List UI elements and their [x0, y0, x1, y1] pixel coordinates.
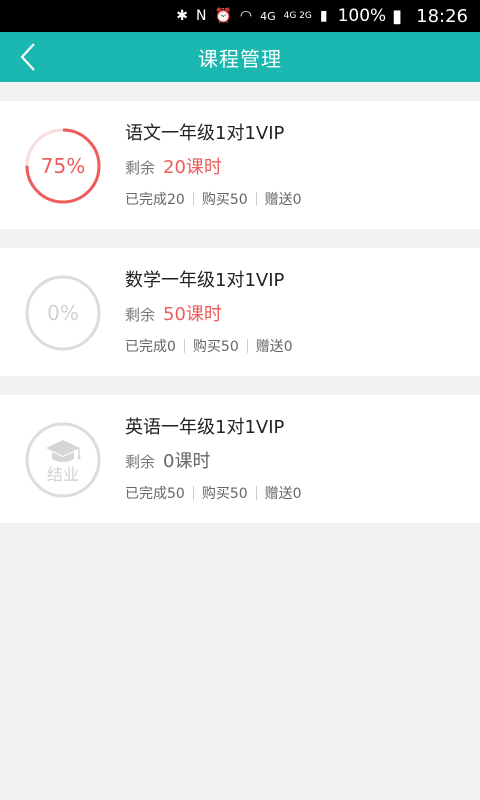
bluetooth-icon: ✱	[176, 8, 188, 24]
battery-icon: ▮	[392, 5, 403, 27]
progress-label: 0%	[47, 301, 79, 325]
course-stats: 已完成20 购买50 赠送0	[125, 189, 302, 209]
nfc-icon: N	[195, 8, 207, 24]
gift-count: 赠送0	[255, 339, 293, 355]
alarm-icon: ⏰	[214, 8, 232, 24]
page-title: 课程管理	[198, 46, 282, 71]
wifi-icon: ◠	[239, 8, 253, 24]
divider	[192, 486, 194, 500]
remaining-label: 剩余	[125, 306, 156, 324]
course-card[interactable]: 0% 数学一年级1对1VIP 剩余 50课时 已完成0 购买50 赠送0	[0, 248, 480, 376]
gift-count: 赠送0	[264, 486, 302, 502]
remaining-value: 0课时	[163, 451, 211, 472]
course-stats: 已完成50 购买50 赠送0	[125, 483, 302, 503]
divider	[183, 339, 185, 353]
back-button[interactable]	[0, 32, 56, 82]
progress-label: 75%	[40, 154, 86, 178]
chevron-left-icon	[20, 43, 35, 71]
course-card[interactable]: 结业 英语一年级1对1VIP 剩余 0课时 已完成50 购买50 赠送0	[0, 395, 480, 523]
status-icons: ✱ N ⏰ ◠ 4G 4G 2G ▮	[176, 8, 327, 24]
remaining-hours: 剩余 20课时	[125, 153, 222, 179]
remaining-value: 20课时	[163, 157, 222, 178]
network-label: 4G	[260, 9, 276, 23]
remaining-label: 剩余	[125, 453, 156, 471]
progress-ring: 0%	[24, 274, 102, 352]
gift-count: 赠送0	[264, 192, 302, 208]
completed-count: 已完成50	[125, 486, 185, 502]
course-title: 语文一年级1对1VIP	[125, 123, 285, 144]
purchased-count: 购买50	[201, 486, 248, 502]
purchased-count: 购买50	[192, 339, 239, 355]
completed-count: 已完成0	[125, 339, 176, 355]
signal-icon: ▮	[319, 8, 328, 24]
graduated-badge: 结业	[24, 421, 102, 499]
network-label-2: 4G 2G	[283, 11, 312, 21]
divider	[255, 486, 257, 500]
completed-count: 已完成20	[125, 192, 185, 208]
purchased-count: 购买50	[201, 192, 248, 208]
divider	[255, 192, 257, 206]
battery-percent: 100%	[337, 6, 387, 26]
course-card[interactable]: 75% 语文一年级1对1VIP 剩余 20课时 已完成20 购买50 赠送0	[0, 101, 480, 229]
course-title: 英语一年级1对1VIP	[125, 417, 285, 438]
remaining-value: 50课时	[163, 304, 222, 325]
status-bar: ✱ N ⏰ ◠ 4G 4G 2G ▮ 100% ▮ 18:26	[0, 0, 480, 32]
course-title: 数学一年级1对1VIP	[125, 270, 285, 291]
clock: 18:26	[416, 5, 468, 27]
course-stats: 已完成0 购买50 赠送0	[125, 336, 293, 356]
remaining-hours: 剩余 50课时	[125, 300, 222, 326]
remaining-hours: 剩余 0课时	[125, 447, 210, 473]
remaining-label: 剩余	[125, 159, 156, 177]
graduated-label: 结业	[46, 465, 79, 484]
nav-bar: 课程管理	[0, 32, 480, 82]
divider	[192, 192, 194, 206]
progress-ring: 75%	[24, 127, 102, 205]
divider	[246, 339, 248, 353]
